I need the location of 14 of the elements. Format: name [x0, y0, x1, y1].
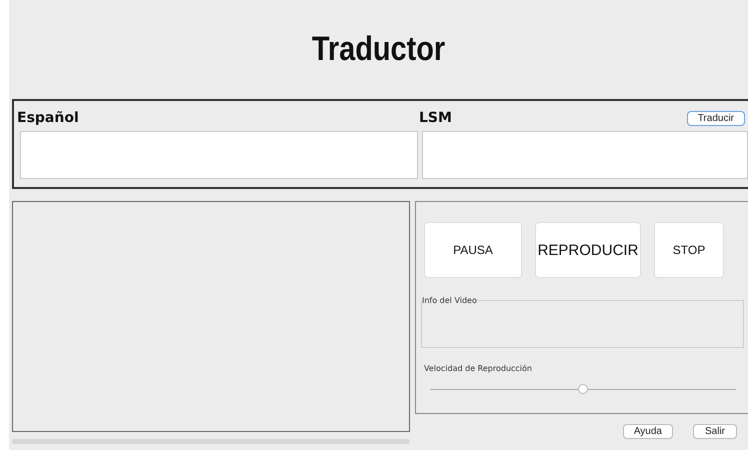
app-title: Traductor	[310, 29, 446, 70]
target-text-field[interactable]	[422, 131, 748, 179]
source-text-field[interactable]	[20, 131, 418, 179]
control-button[interactable]: STOP	[654, 222, 724, 278]
footer-button[interactable]: Salir	[693, 424, 737, 439]
source-label: Español	[17, 110, 80, 126]
video-info-legend: Info del Video	[422, 296, 477, 305]
footer-button[interactable]: Ayuda	[622, 424, 673, 439]
translate-button[interactable]: Traducir	[686, 110, 745, 126]
slider-thumb[interactable]	[578, 384, 588, 394]
speed-label: Velocidad de Reproducción	[424, 364, 533, 373]
control-button[interactable]: PAUSA	[424, 222, 522, 278]
target-label: LSM	[419, 110, 452, 126]
control-button[interactable]: REPRODUCIR	[535, 222, 641, 278]
